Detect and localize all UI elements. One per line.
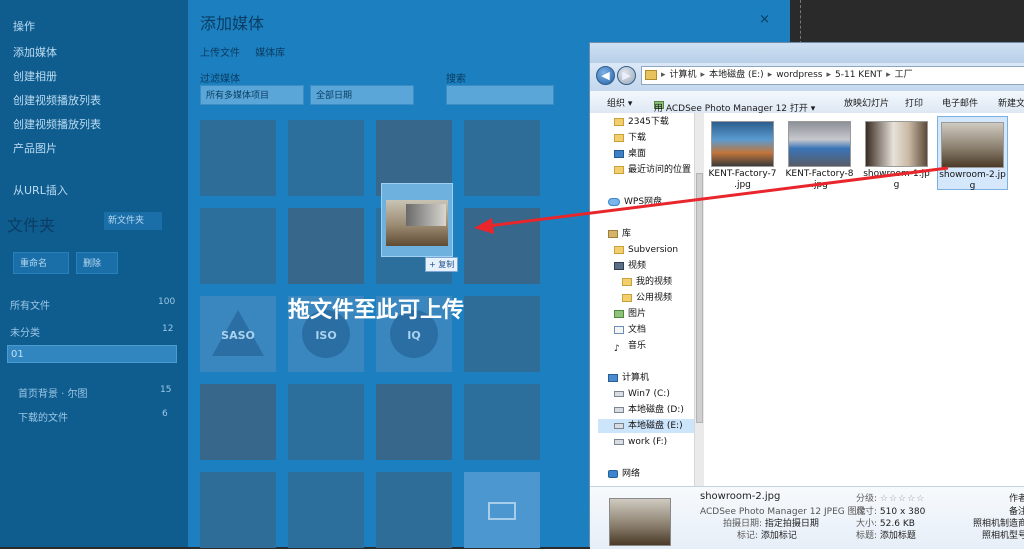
drag-arrow <box>474 166 949 234</box>
drag-arrow-head-icon <box>474 218 494 234</box>
drag-arrow-line <box>487 166 949 228</box>
